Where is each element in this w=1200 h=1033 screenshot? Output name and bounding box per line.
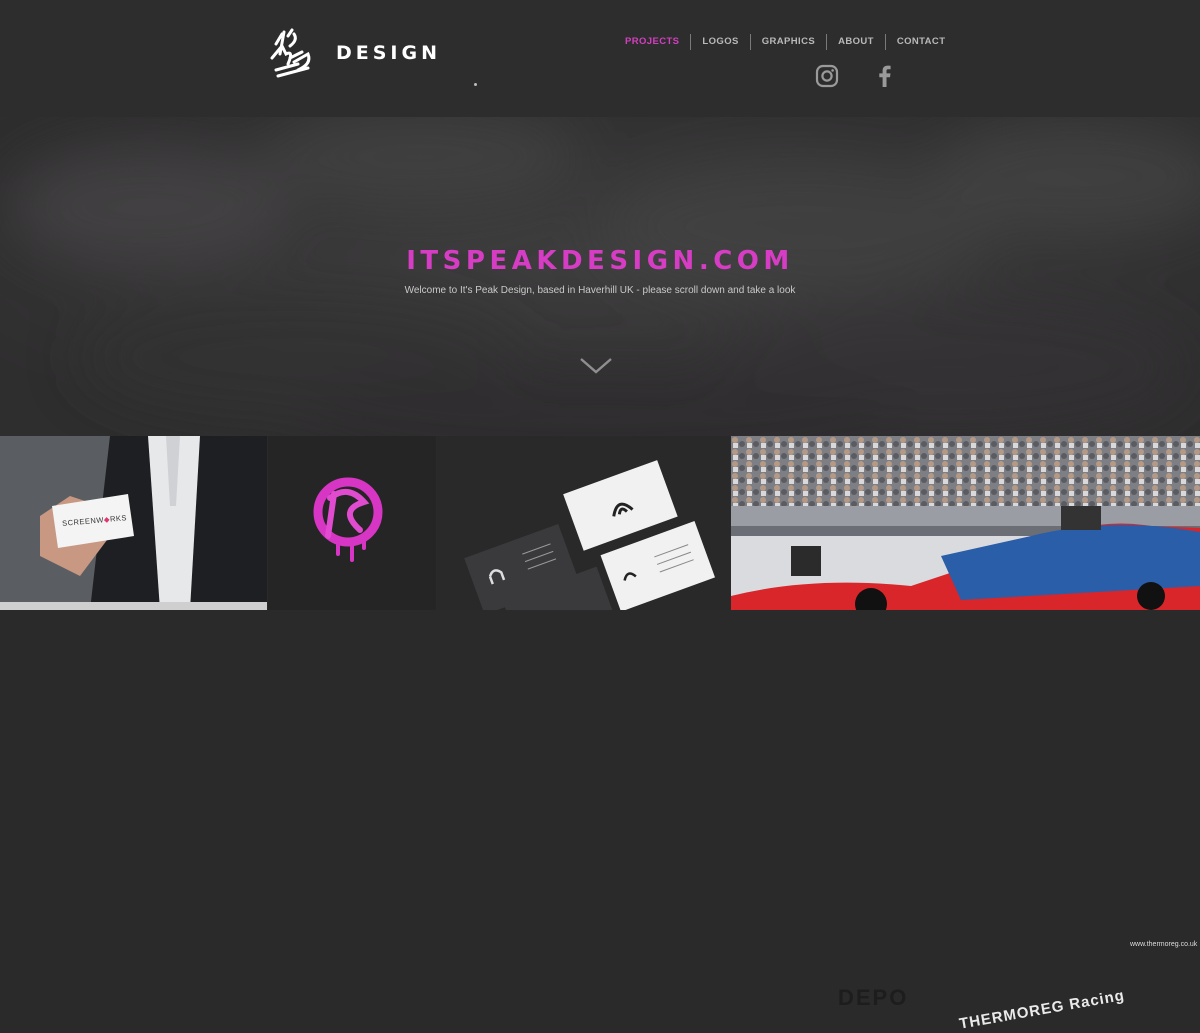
smoke-background xyxy=(0,117,1200,436)
logo-wordmark[interactable]: DESIGN xyxy=(336,42,441,64)
nav-contact[interactable]: CONTACT xyxy=(884,34,957,50)
banner-website: www.thermoreg.co.uk xyxy=(1130,941,1198,948)
nav-graphics[interactable]: GRAPHICS xyxy=(749,34,826,50)
business-card-photo xyxy=(0,436,267,610)
gallery-tile-graffiti-logo[interactable] xyxy=(268,436,436,610)
hero-title: ITSPEAKDESIGN.COM xyxy=(406,246,794,276)
racing-car-photo xyxy=(731,436,1200,610)
facebook-icon[interactable] xyxy=(873,64,897,88)
main-nav: PROJECTS LOGOS GRAPHICS ABOUT CONTACT xyxy=(614,34,956,50)
banner-text: DEPO xyxy=(838,985,909,1010)
instagram-icon[interactable] xyxy=(815,64,839,88)
nav-logos[interactable]: LOGOS xyxy=(690,34,749,50)
chevron-down-icon[interactable] xyxy=(578,355,614,377)
nav-projects[interactable]: PROJECTS xyxy=(614,34,690,50)
hero-section: ITSPEAKDESIGN.COM Welcome to It's Peak D… xyxy=(0,117,1200,436)
project-gallery: SCREENW◆RKS DEPO www.thermoreg.co.uk THE… xyxy=(0,436,1200,1033)
graffiti-logo-art xyxy=(268,436,436,610)
gallery-tile-stationery[interactable] xyxy=(437,436,730,610)
gallery-tile-racing-car[interactable] xyxy=(731,436,1200,610)
decor-dot xyxy=(474,83,477,86)
stationery-mockup xyxy=(437,436,730,610)
car-brand-text: THERMOREG Racing xyxy=(958,986,1127,1033)
its-peak-logo[interactable] xyxy=(268,24,316,80)
nav-about[interactable]: ABOUT xyxy=(826,34,885,50)
site-header: DESIGN PROJECTS LOGOS GRAPHICS ABOUT CON… xyxy=(0,0,1200,117)
gallery-tile-business-card[interactable]: SCREENW◆RKS xyxy=(0,436,267,610)
hero-subtitle: Welcome to It's Peak Design, based in Ha… xyxy=(404,285,796,296)
